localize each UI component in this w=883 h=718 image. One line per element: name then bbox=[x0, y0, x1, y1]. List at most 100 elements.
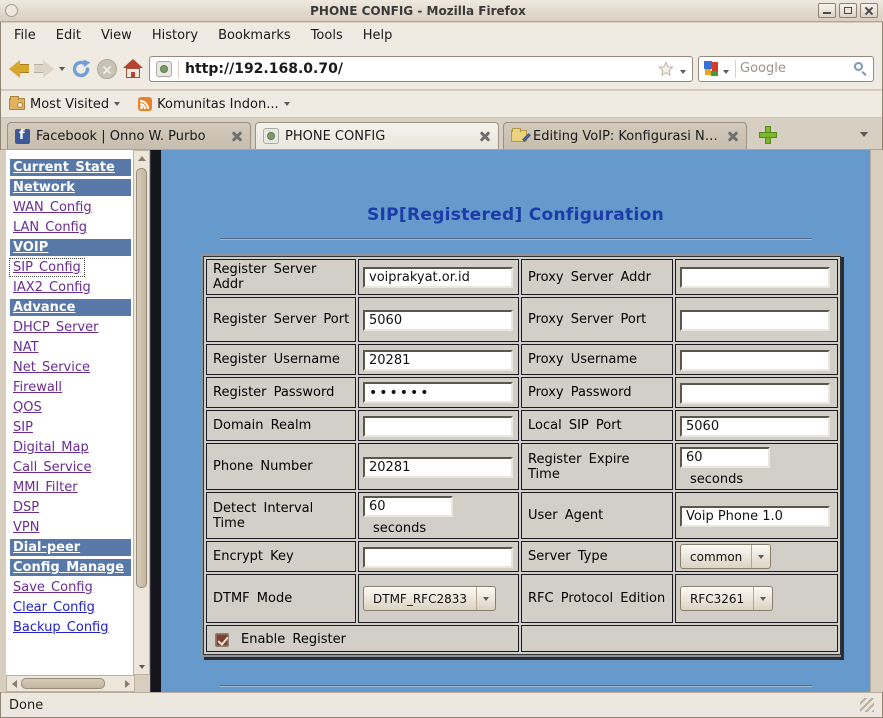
menu-item-file[interactable]: File bbox=[5, 25, 45, 46]
sidebar-link-save-config[interactable]: Save Config bbox=[10, 579, 96, 596]
detect-interval-time-input[interactable] bbox=[363, 496, 453, 517]
tab-label: Editing VoIP: Konfigurasi Ne... bbox=[533, 129, 721, 144]
home-button[interactable] bbox=[122, 59, 144, 79]
history-dropdown-icon[interactable] bbox=[59, 55, 65, 83]
dtmf-mode-select[interactable]: DTMF_RFC2833 bbox=[363, 586, 496, 611]
proxy-username-input[interactable] bbox=[680, 350, 830, 371]
bookmark-komunitas-feed[interactable]: Komunitas Indon... bbox=[138, 97, 289, 112]
menu-item-view[interactable]: View bbox=[92, 25, 141, 46]
url-input[interactable] bbox=[185, 61, 652, 77]
browser-content: Current State Network WAN Config LAN Config… bbox=[0, 150, 883, 692]
sidebar-link-wan-config[interactable]: WAN Config bbox=[10, 199, 95, 216]
scrollbar-thumb[interactable] bbox=[136, 168, 147, 588]
stop-button[interactable] bbox=[97, 59, 117, 79]
sidebar-link-call-service[interactable]: Call Service bbox=[10, 459, 94, 476]
sidebar-header-network[interactable]: Network bbox=[10, 179, 131, 196]
register-username-input[interactable] bbox=[363, 350, 513, 371]
main-frame: SIP[Registered] Configuration Register S… bbox=[161, 150, 870, 692]
resize-grip[interactable] bbox=[860, 698, 874, 712]
scrollbar-thumb[interactable] bbox=[21, 678, 105, 689]
phone-number-input[interactable] bbox=[363, 457, 513, 478]
tab-close-icon[interactable] bbox=[479, 130, 491, 142]
sidebar-header-dial-peer[interactable]: Dial-peer bbox=[10, 539, 131, 556]
sidebar-link-backup-config[interactable]: Backup Config bbox=[10, 619, 112, 636]
tab-facebook[interactable]: Facebook | Onno W. Purbo bbox=[7, 122, 251, 149]
sidebar-header-advance[interactable]: Advance bbox=[10, 299, 131, 316]
domain-realm-input[interactable] bbox=[363, 416, 513, 437]
enable-register-checkbox[interactable] bbox=[215, 633, 229, 647]
local-sip-port-input[interactable] bbox=[680, 416, 830, 437]
sidebar-link-sip-config[interactable]: SIP Config bbox=[10, 259, 84, 276]
proxy-password-input[interactable] bbox=[680, 383, 830, 404]
sidebar-link-firewall[interactable]: Firewall bbox=[10, 379, 65, 396]
domain-realm-label: Domain Realm bbox=[206, 410, 356, 441]
bookmark-star-icon[interactable] bbox=[658, 61, 674, 77]
register-expire-time-input[interactable] bbox=[680, 447, 770, 468]
tab-phone-config[interactable]: PHONE CONFIG bbox=[255, 122, 499, 149]
user-agent-input[interactable] bbox=[680, 506, 830, 527]
sidebar-header-config-manage[interactable]: Config Manage bbox=[10, 559, 131, 576]
minimize-button[interactable] bbox=[818, 3, 836, 18]
url-dropdown-icon[interactable] bbox=[680, 59, 686, 78]
search-input[interactable] bbox=[740, 61, 850, 76]
window-edge bbox=[870, 150, 883, 692]
sidebar-link-qos[interactable]: QOS bbox=[10, 399, 45, 416]
proxy-server-port-label: Proxy Server Port bbox=[521, 297, 673, 342]
tab-editing-voip[interactable]: Editing VoIP: Konfigurasi Ne... bbox=[503, 122, 747, 149]
scroll-down-icon[interactable] bbox=[134, 659, 149, 674]
register-password-field bbox=[358, 377, 519, 408]
phone-number-label: Phone Number bbox=[206, 443, 356, 490]
sidebar-header-current-state[interactable]: Current State bbox=[10, 159, 131, 176]
proxy-server-port-field bbox=[675, 297, 838, 342]
sidebar-link-dhcp-server[interactable]: DHCP Server bbox=[10, 319, 101, 336]
menu-item-edit[interactable]: Edit bbox=[47, 25, 90, 46]
menu-item-tools[interactable]: Tools bbox=[302, 25, 352, 46]
server-type-select[interactable]: common bbox=[680, 544, 771, 569]
register-username-label: Register Username bbox=[206, 344, 356, 375]
rfc-protocol-edition-select[interactable]: RFC3261 bbox=[680, 586, 773, 611]
tab-close-icon[interactable] bbox=[727, 130, 739, 142]
back-button[interactable] bbox=[9, 55, 29, 83]
encrypt-key-input[interactable] bbox=[363, 547, 513, 568]
scroll-left-icon[interactable] bbox=[7, 680, 21, 688]
register-password-input[interactable] bbox=[363, 382, 513, 403]
sidebar-link-mmi-filter[interactable]: MMI Filter bbox=[10, 479, 81, 496]
sidebar-link-clear-config[interactable]: Clear Config bbox=[10, 599, 98, 616]
encrypt-key-label: Encrypt Key bbox=[206, 541, 356, 572]
scroll-right-icon[interactable] bbox=[120, 680, 134, 688]
menu-item-history[interactable]: History bbox=[143, 25, 207, 46]
search-bar bbox=[698, 56, 874, 82]
sidebar-link-lan-config[interactable]: LAN Config bbox=[10, 219, 90, 236]
page-favicon bbox=[263, 128, 279, 144]
scroll-up-icon[interactable] bbox=[134, 151, 149, 166]
sidebar-link-nat[interactable]: NAT bbox=[10, 339, 42, 356]
new-tab-button[interactable] bbox=[757, 124, 779, 146]
register-server-addr-input[interactable] bbox=[363, 267, 513, 288]
close-button[interactable] bbox=[860, 3, 878, 18]
menu-item-help[interactable]: Help bbox=[354, 25, 402, 46]
frameset-divider[interactable] bbox=[150, 150, 161, 692]
forward-button[interactable] bbox=[34, 55, 54, 83]
proxy-server-port-input[interactable] bbox=[680, 310, 830, 331]
user-agent-label: User Agent bbox=[521, 492, 673, 539]
sidebar-link-vpn[interactable]: VPN bbox=[10, 519, 42, 536]
sidebar-horizontal-scrollbar[interactable] bbox=[6, 675, 135, 692]
register-server-port-input[interactable] bbox=[363, 310, 513, 331]
maximize-button[interactable] bbox=[839, 3, 857, 18]
sidebar-link-sip[interactable]: SIP bbox=[10, 419, 36, 436]
menu-item-bookmarks[interactable]: Bookmarks bbox=[209, 25, 300, 46]
search-engine-dropdown-icon[interactable] bbox=[723, 59, 729, 78]
rfc-protocol-edition-field: RFC3261 bbox=[675, 574, 838, 623]
sidebar-link-digital-map[interactable]: Digital Map bbox=[10, 439, 92, 456]
reload-button[interactable] bbox=[70, 55, 92, 83]
sidebar-link-net-service[interactable]: Net Service bbox=[10, 359, 93, 376]
tab-list-dropdown-icon[interactable] bbox=[852, 122, 876, 141]
proxy-server-addr-input[interactable] bbox=[680, 267, 830, 288]
sidebar-vertical-scrollbar[interactable] bbox=[133, 150, 150, 675]
sidebar-header-voip[interactable]: VOIP bbox=[10, 239, 131, 256]
tab-close-icon[interactable] bbox=[231, 130, 243, 142]
sidebar-link-iax2-config[interactable]: IAX2 Config bbox=[10, 279, 94, 296]
search-magnifier-icon[interactable] bbox=[854, 62, 868, 76]
bookmark-most-visited[interactable]: Most Visited bbox=[9, 97, 120, 112]
sidebar-link-dsp[interactable]: DSP bbox=[10, 499, 42, 516]
